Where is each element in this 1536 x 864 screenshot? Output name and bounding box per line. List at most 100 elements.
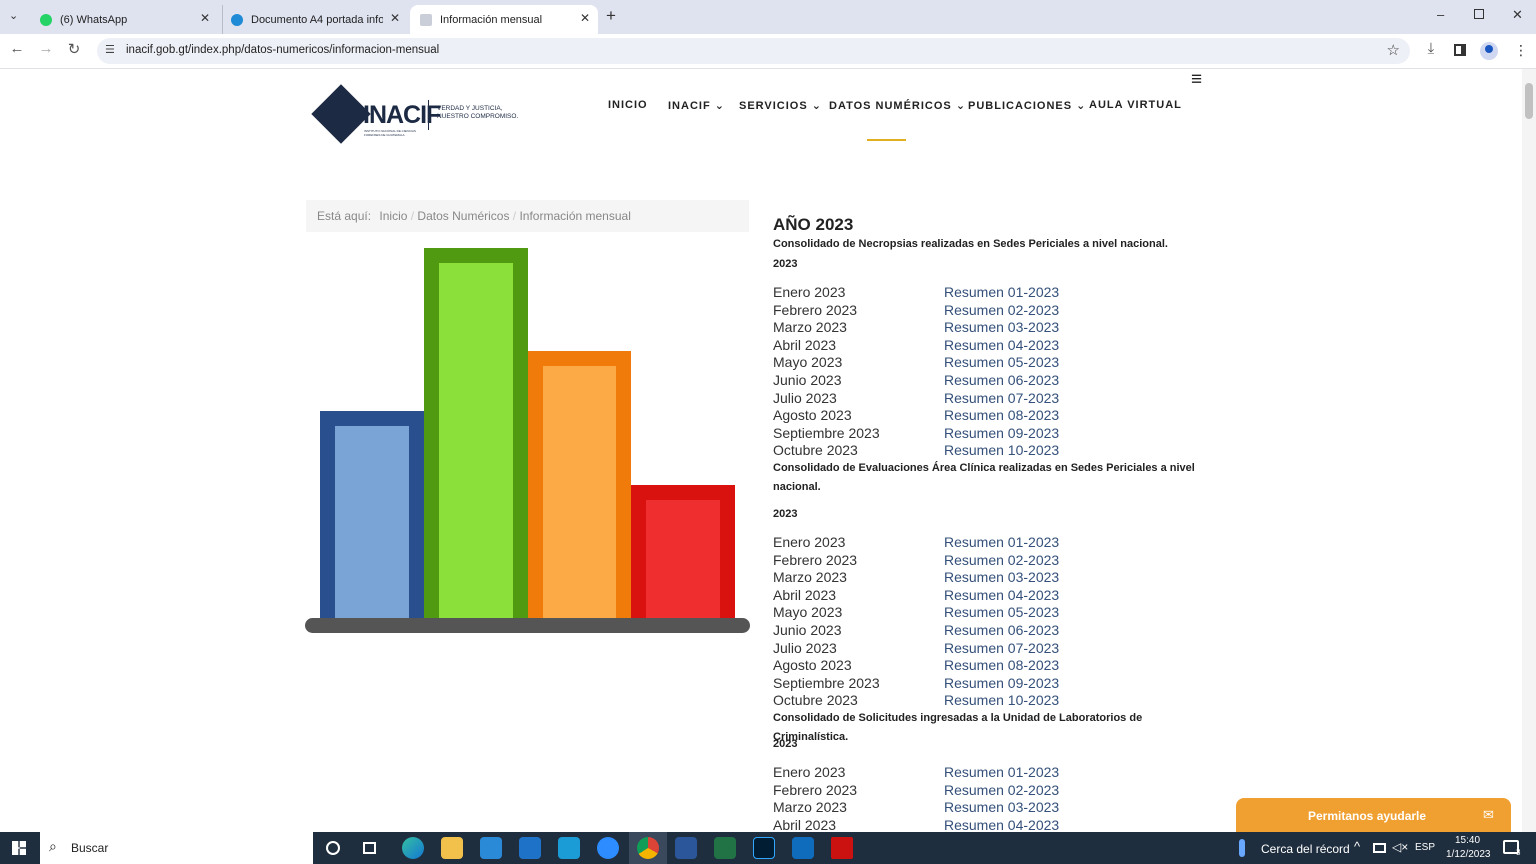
resumen-link[interactable]: Resumen 03-2023 xyxy=(944,799,1059,815)
forward-icon[interactable]: → xyxy=(36,40,56,57)
file-explorer-icon[interactable] xyxy=(441,837,463,859)
tab-informacion-mensual[interactable]: Información mensual ✕ xyxy=(410,5,598,34)
new-tab-icon[interactable]: + xyxy=(606,6,616,26)
volume-muted-icon[interactable]: ◁× xyxy=(1392,840,1408,854)
resumen-link[interactable]: Resumen 06-2023 xyxy=(944,372,1059,388)
windows-start-icon[interactable] xyxy=(12,841,26,855)
resumen-link[interactable]: Resumen 09-2023 xyxy=(944,675,1059,691)
minimize-icon[interactable]: – xyxy=(1437,7,1444,22)
month-label: Abril 2023 xyxy=(773,586,837,603)
taskbar-search[interactable]: ⌕ Buscar xyxy=(40,832,313,864)
breadcrumb-datos-numericos[interactable]: Datos Numéricos xyxy=(417,209,509,223)
site-settings-icon[interactable]: ☰ xyxy=(105,43,115,56)
resumen-link[interactable]: Resumen 02-2023 xyxy=(944,552,1059,568)
month-row: Abril 2023 Resumen 04-2023 xyxy=(773,817,1273,832)
resumen-link[interactable]: Resumen 01-2023 xyxy=(944,534,1059,550)
tab-search-chevron-icon[interactable]: ⌄ xyxy=(9,9,18,22)
back-icon[interactable]: ← xyxy=(7,40,27,57)
excel-icon[interactable] xyxy=(714,837,736,859)
nav-label: DATOS NUMÉRICOS xyxy=(829,100,952,112)
resumen-link[interactable]: Resumen 02-2023 xyxy=(944,782,1059,798)
weather-text[interactable]: Cerca del récord xyxy=(1261,842,1350,856)
edge-icon[interactable] xyxy=(402,837,424,859)
zoom-icon[interactable] xyxy=(597,837,619,859)
close-tab-icon[interactable]: ✕ xyxy=(200,11,210,25)
section-heading: Consolidado de Solicitudes ingresadas a … xyxy=(773,709,1213,747)
inacif-logo[interactable]: INACIF INSTITUTO NACIONAL DE CIENCIAS FO… xyxy=(311,83,526,149)
month-label: Febrero 2023 xyxy=(773,551,858,568)
tab-bar: ⌄ (6) WhatsApp ✕ Documento A4 portada in… xyxy=(0,0,1536,34)
month-row: Febrero 2023 Resumen 02-2023 xyxy=(773,552,1273,568)
mail-icon[interactable] xyxy=(519,837,541,859)
photoshop-icon[interactable] xyxy=(753,837,775,859)
resumen-link[interactable]: Resumen 08-2023 xyxy=(944,407,1059,423)
nav-inacif[interactable]: INACIF ⌄ xyxy=(668,99,725,112)
bookmark-star-icon[interactable]: ☆ xyxy=(1387,41,1400,59)
tray-chevron-icon[interactable]: ^ xyxy=(1354,839,1360,854)
acrobat-icon[interactable] xyxy=(831,837,853,859)
close-tab-icon[interactable]: ✕ xyxy=(390,11,400,25)
resumen-link[interactable]: Resumen 05-2023 xyxy=(944,604,1059,620)
tab-whatsapp[interactable]: (6) WhatsApp ✕ xyxy=(32,5,218,34)
canva-icon xyxy=(231,13,243,26)
tab-documento[interactable]: Documento A4 portada inform ✕ xyxy=(222,5,408,34)
clock-date[interactable]: 1/12/2023 xyxy=(1446,849,1491,860)
month-label: Marzo 2023 xyxy=(773,799,847,816)
resumen-link[interactable]: Resumen 01-2023 xyxy=(944,764,1059,780)
month-label: Febrero 2023 xyxy=(773,781,858,798)
resumen-link[interactable]: Resumen 06-2023 xyxy=(944,622,1059,638)
help-label: Permitanos ayudarle xyxy=(1308,809,1427,823)
month-label: Junio 2023 xyxy=(773,622,842,638)
resumen-link[interactable]: Resumen 01-2023 xyxy=(944,284,1059,300)
restore-icon[interactable] xyxy=(1474,9,1484,19)
resumen-link[interactable]: Resumen 04-2023 xyxy=(944,817,1059,832)
reload-icon[interactable]: ↻ xyxy=(64,40,84,58)
page-scrollbar[interactable] xyxy=(1522,69,1536,832)
resumen-link[interactable]: Resumen 05-2023 xyxy=(944,354,1059,370)
store-icon[interactable] xyxy=(480,837,502,859)
task-view-icon[interactable] xyxy=(363,842,376,854)
cortana-icon[interactable] xyxy=(326,841,340,855)
month-label: Enero 2023 xyxy=(773,284,846,300)
resumen-link[interactable]: Resumen 10-2023 xyxy=(944,442,1059,458)
resumen-link[interactable]: Resumen 08-2023 xyxy=(944,657,1059,673)
resumen-link[interactable]: Resumen 03-2023 xyxy=(944,569,1059,585)
close-window-icon[interactable]: ✕ xyxy=(1512,7,1523,23)
resumen-link[interactable]: Resumen 09-2023 xyxy=(944,425,1059,441)
close-tab-icon[interactable]: ✕ xyxy=(580,11,590,25)
hamburger-menu-icon[interactable]: ≡ xyxy=(1191,69,1202,91)
section-year: 2023 xyxy=(773,258,798,270)
scrollbar-thumb[interactable] xyxy=(1525,83,1533,119)
language-indicator[interactable]: ESP xyxy=(1415,842,1435,853)
bar-red-inner xyxy=(646,500,720,620)
resumen-link[interactable]: Resumen 04-2023 xyxy=(944,337,1059,353)
help-chat-bar[interactable]: Permitanos ayudarle ✉ xyxy=(1236,798,1511,834)
resumen-link[interactable]: Resumen 04-2023 xyxy=(944,587,1059,603)
resumen-link[interactable]: Resumen 10-2023 xyxy=(944,692,1059,708)
chrome-icon[interactable] xyxy=(637,837,659,859)
nav-aula-virtual[interactable]: AULA VIRTUAL xyxy=(1089,99,1182,111)
bar-green-inner xyxy=(439,263,513,620)
mdp-app-icon[interactable] xyxy=(558,837,580,859)
resumen-link[interactable]: Resumen 03-2023 xyxy=(944,319,1059,335)
word-icon[interactable] xyxy=(675,837,697,859)
resumen-link[interactable]: Resumen 02-2023 xyxy=(944,302,1059,318)
nav-servicios[interactable]: SERVICIOS ⌄ xyxy=(739,99,822,112)
outlook-icon[interactable] xyxy=(792,837,814,859)
profile-avatar-icon[interactable] xyxy=(1480,42,1498,60)
thermometer-icon[interactable] xyxy=(1239,839,1245,857)
month-row: Abril 2023 Resumen 04-2023 xyxy=(773,587,1273,603)
url-field[interactable]: ☰ inacif.gob.gt/index.php/datos-numerico… xyxy=(97,38,1410,64)
clock-time[interactable]: 15:40 xyxy=(1455,835,1480,846)
nav-datos-numericos[interactable]: DATOS NUMÉRICOS ⌄ xyxy=(829,99,966,112)
side-panel-icon[interactable] xyxy=(1454,44,1466,56)
nav-inicio[interactable]: INICIO xyxy=(608,99,648,111)
breadcrumb-inicio[interactable]: Inicio xyxy=(379,209,407,223)
network-icon[interactable] xyxy=(1373,843,1386,853)
resumen-link[interactable]: Resumen 07-2023 xyxy=(944,390,1059,406)
chrome-menu-icon[interactable]: ⋮ xyxy=(1514,42,1528,59)
nav-publicaciones[interactable]: PUBLICACIONES ⌄ xyxy=(968,99,1086,112)
logo-divider xyxy=(428,100,429,130)
download-icon[interactable]: ⤓ xyxy=(1421,40,1441,57)
resumen-link[interactable]: Resumen 07-2023 xyxy=(944,640,1059,656)
